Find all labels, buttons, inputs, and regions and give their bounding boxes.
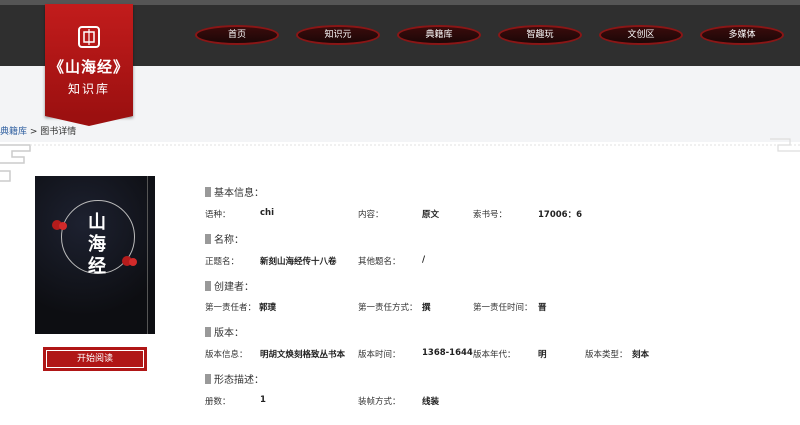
nav-creative[interactable]: 文创区 <box>599 25 683 45</box>
nav-classics[interactable]: 典籍库 <box>397 25 481 45</box>
section-name: 名称： <box>205 231 244 246</box>
responsible-time-label: 第一责任时间： <box>473 303 533 313</box>
volumes-value: 1 <box>260 395 266 405</box>
section-heading: 创建者： <box>214 282 254 293</box>
cover-spine <box>147 176 156 334</box>
section-basic-info: 基本信息： <box>205 184 264 199</box>
section-heading: 版本： <box>214 328 244 339</box>
volumes-label: 册数： <box>205 397 231 407</box>
section-marker <box>205 281 211 291</box>
cover-char-3: 经 <box>88 256 106 277</box>
breadcrumb-link-classics[interactable]: 典籍库 <box>0 127 27 137</box>
section-heading: 名称： <box>214 235 244 246</box>
section-heading: 形态描述： <box>214 375 264 386</box>
logo-subtitle: 知识库 <box>67 82 110 96</box>
title-value: 新刻山海经传十八卷 <box>260 257 337 267</box>
section-marker <box>205 327 211 337</box>
binding-value: 线装 <box>422 397 440 407</box>
call-number-value: 17006：6 <box>538 210 582 220</box>
responsible-mode-label: 第一责任方式： <box>358 303 418 313</box>
edition-type-value: 刻本 <box>632 350 650 360</box>
other-title-value: / <box>422 255 426 265</box>
section-heading: 基本信息： <box>214 188 264 199</box>
cover-title: 山 海 经 <box>77 212 117 278</box>
breadcrumb: 典籍库 > 图书详情 <box>0 124 76 137</box>
language-value: chi <box>260 208 275 218</box>
site-logo[interactable]: 《山海经》 知识库 <box>45 4 133 126</box>
content-label: 内容： <box>358 210 384 220</box>
edition-info-label: 版本信息： <box>205 350 248 360</box>
content-value: 原文 <box>422 210 440 220</box>
responsible-time-value: 晋 <box>538 303 547 313</box>
cover-char-1: 山 <box>88 212 106 233</box>
binding-label: 装帧方式： <box>358 397 401 407</box>
logo-title: 《山海经》 <box>48 58 129 76</box>
section-marker <box>205 374 211 384</box>
start-reading-button[interactable]: 开始阅读 <box>43 347 147 371</box>
edition-era-label: 版本年代： <box>473 350 516 360</box>
cover-char-2: 海 <box>88 234 106 255</box>
breadcrumb-separator: > <box>27 127 41 137</box>
nav-home[interactable]: 首页 <box>195 25 279 45</box>
nav-media[interactable]: 多媒体 <box>700 25 784 45</box>
nav-fun[interactable]: 智趣玩 <box>498 25 582 45</box>
responsible-mode-value: 撰 <box>422 303 431 313</box>
section-marker <box>205 187 211 197</box>
red-cloud-icon <box>52 220 67 230</box>
call-number-label: 索书号： <box>473 210 508 220</box>
nav-knowledge[interactable]: 知识元 <box>296 25 380 45</box>
edition-info-value: 明胡文焕刻格致丛书本 <box>260 350 346 360</box>
book-cover: 山 海 经 <box>35 176 155 334</box>
other-title-label: 其他题名： <box>358 257 401 267</box>
breadcrumb-current: 图书详情 <box>40 127 77 137</box>
edition-time-value: 1368-1644 <box>422 348 473 358</box>
section-edition: 版本： <box>205 324 244 339</box>
responsible-value: 郭璞 <box>259 303 277 313</box>
edition-era-value: 明 <box>538 350 547 360</box>
section-marker <box>205 234 211 244</box>
title-label: 正题名： <box>205 257 240 267</box>
edition-type-label: 版本类型： <box>585 350 628 360</box>
language-label: 语种： <box>205 210 231 220</box>
red-cloud-icon <box>122 256 137 266</box>
edition-time-label: 版本时间： <box>358 350 401 360</box>
seal-emblem-icon <box>78 26 100 48</box>
section-creator: 创建者： <box>205 278 254 293</box>
responsible-label: 第一责任者： <box>205 303 257 313</box>
section-form: 形态描述： <box>205 371 264 386</box>
